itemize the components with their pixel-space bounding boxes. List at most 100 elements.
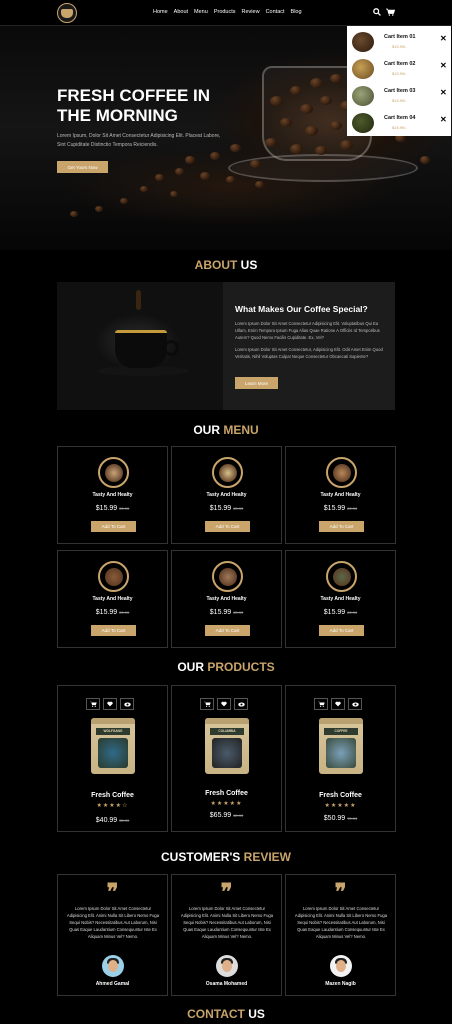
cart-item: Cart Item 02 $15.99/- ✕ [352, 58, 448, 80]
reviews-heading-accent: REVIEW [240, 850, 291, 864]
product-actions [86, 698, 134, 710]
eye-glyph [123, 701, 131, 707]
product-old-price: 80.99 [233, 813, 244, 818]
coffee-bean [95, 206, 103, 212]
nav-menu[interactable]: Menu [194, 9, 208, 15]
add-to-cart-button[interactable]: Add To Cart [91, 625, 136, 636]
product-old-price: 70.99 [347, 816, 358, 821]
learn-more-button[interactable]: Learn More [235, 377, 278, 389]
coffee-bean [230, 144, 241, 152]
close-icon[interactable]: ✕ [440, 62, 447, 70]
header: Home About Menu Products Review Contact … [0, 0, 452, 26]
close-icon[interactable]: ✕ [440, 116, 447, 124]
contact-heading: CONTACT US [0, 1007, 452, 1021]
coffee-bean [70, 211, 78, 217]
add-to-cart-button[interactable]: Add To Cart [205, 521, 250, 532]
cart-icon[interactable] [86, 698, 100, 710]
nav-review[interactable]: Review [242, 9, 260, 15]
coffee-beans-thumbnail [352, 86, 374, 106]
bag-label: COLUMBIA [218, 729, 236, 733]
cart-item-price: $15.99/- [392, 98, 407, 103]
nav-blog[interactable]: Blog [291, 9, 302, 15]
product-current-price: $50.99 [323, 815, 346, 822]
heart-icon[interactable] [103, 698, 117, 710]
add-to-cart-button[interactable]: Add To Cart [319, 625, 364, 636]
nav-contact[interactable]: Contact [266, 9, 285, 15]
coffee-cup-icon [98, 457, 129, 488]
coffee-surface [218, 463, 237, 482]
heart-icon[interactable] [217, 698, 231, 710]
add-to-cart-button[interactable]: Add To Cart [91, 521, 136, 532]
cart-icon[interactable] [386, 8, 395, 16]
review-text: Lorem Ipsum Dolor Sit Amet Consectetur A… [180, 906, 274, 939]
avatar-face [222, 960, 232, 972]
coffee-cup-logo-icon [61, 8, 73, 18]
menu-item-old-price: 20.99 [233, 610, 244, 615]
cart-item-name: Cart Item 02 [384, 61, 416, 67]
menu-card: Tasty And Healty $15.99 20.99 Add To Cart [171, 446, 282, 544]
coffee-bean [290, 86, 302, 95]
heart-icon[interactable] [331, 698, 345, 710]
about-heading-accent: US [237, 258, 258, 272]
product-actions [200, 698, 248, 710]
coffee-bean [280, 118, 292, 127]
coffee-bean [320, 96, 332, 105]
close-icon[interactable]: ✕ [440, 35, 447, 43]
eye-icon[interactable] [120, 698, 134, 710]
bag-top [91, 718, 135, 724]
add-to-cart-button[interactable]: Add To Cart [205, 625, 250, 636]
products-heading-accent: PRODUCTS [204, 660, 275, 674]
product-card: COFFEE Fresh Coffee ★★★★★ $50.99 70.99 [285, 685, 396, 832]
search-icon[interactable] [373, 8, 381, 16]
nav-about[interactable]: About [174, 9, 188, 15]
cup-graphic [115, 330, 167, 368]
add-to-cart-button[interactable]: Add To Cart [319, 521, 364, 532]
cart-item: Cart Item 04 $15.99/- ✕ [352, 112, 448, 134]
coffee-bean [175, 168, 184, 175]
eye-icon[interactable] [234, 698, 248, 710]
cart-item-price: $15.99/- [392, 44, 407, 49]
coffee-bean [305, 126, 318, 136]
coffee-bean [140, 186, 148, 192]
bag-label: COFFEE [334, 729, 348, 733]
heart-glyph [107, 701, 113, 707]
review-card: ❞ Lorem Ipsum Dolor Sit Amet Consectetur… [171, 874, 282, 996]
menu-item-current-price: $15.99 [95, 609, 118, 616]
about-paragraph-2: Lorem Ipsum Dolor Sit Amet Consectetur, … [235, 347, 383, 359]
cart-item-name: Cart Item 04 [384, 115, 416, 121]
get-yours-now-button[interactable]: Get Yours Now [57, 161, 108, 173]
review-text: Lorem Ipsum Dolor Sit Amet Consectetur A… [294, 906, 388, 939]
product-old-price: 55.99 [119, 818, 130, 823]
coffee-bean [210, 152, 220, 160]
coffee-surface [332, 463, 351, 482]
nav-products[interactable]: Products [214, 9, 236, 15]
hero-title: FRESH COFFEE IN THE MORNING [57, 86, 211, 125]
logo[interactable] [57, 3, 77, 23]
coffee-bean [420, 156, 430, 164]
reviews-heading: CUSTOMER'S REVIEW [0, 850, 452, 864]
menu-item-price: $15.99 20.99 [172, 609, 281, 616]
heart-glyph [335, 701, 341, 707]
cart-icon[interactable] [314, 698, 328, 710]
close-icon[interactable]: ✕ [440, 89, 447, 97]
page: Home About Menu Products Review Contact … [0, 0, 452, 1024]
rating-stars: ★★★★☆ [96, 803, 129, 809]
nav-home[interactable]: Home [153, 9, 168, 15]
bag-artwork [98, 738, 128, 768]
coffee-cup-image [57, 282, 223, 410]
coffee-bean [265, 138, 277, 147]
eye-glyph [351, 701, 359, 707]
coffee-surface [104, 463, 123, 482]
menu-heading-accent: MENU [220, 423, 259, 437]
about-card: What Makes Our Coffee Special? Lorem Ips… [57, 282, 395, 410]
coffee-bean [250, 160, 261, 168]
eye-icon[interactable] [348, 698, 362, 710]
coffee-cup-icon [98, 561, 129, 592]
about-heading-main: ABOUT [194, 258, 238, 272]
about-paragraph-1: Lorem Ipsum Dolor Sit Amet Consectetur A… [235, 321, 380, 340]
about-title: What Makes Our Coffee Special? [235, 304, 368, 314]
coffee-bean [330, 121, 342, 130]
menu-item-old-price: 20.99 [347, 610, 358, 615]
cart-icon[interactable] [200, 698, 214, 710]
products-heading: OUR PRODUCTS [0, 660, 452, 674]
